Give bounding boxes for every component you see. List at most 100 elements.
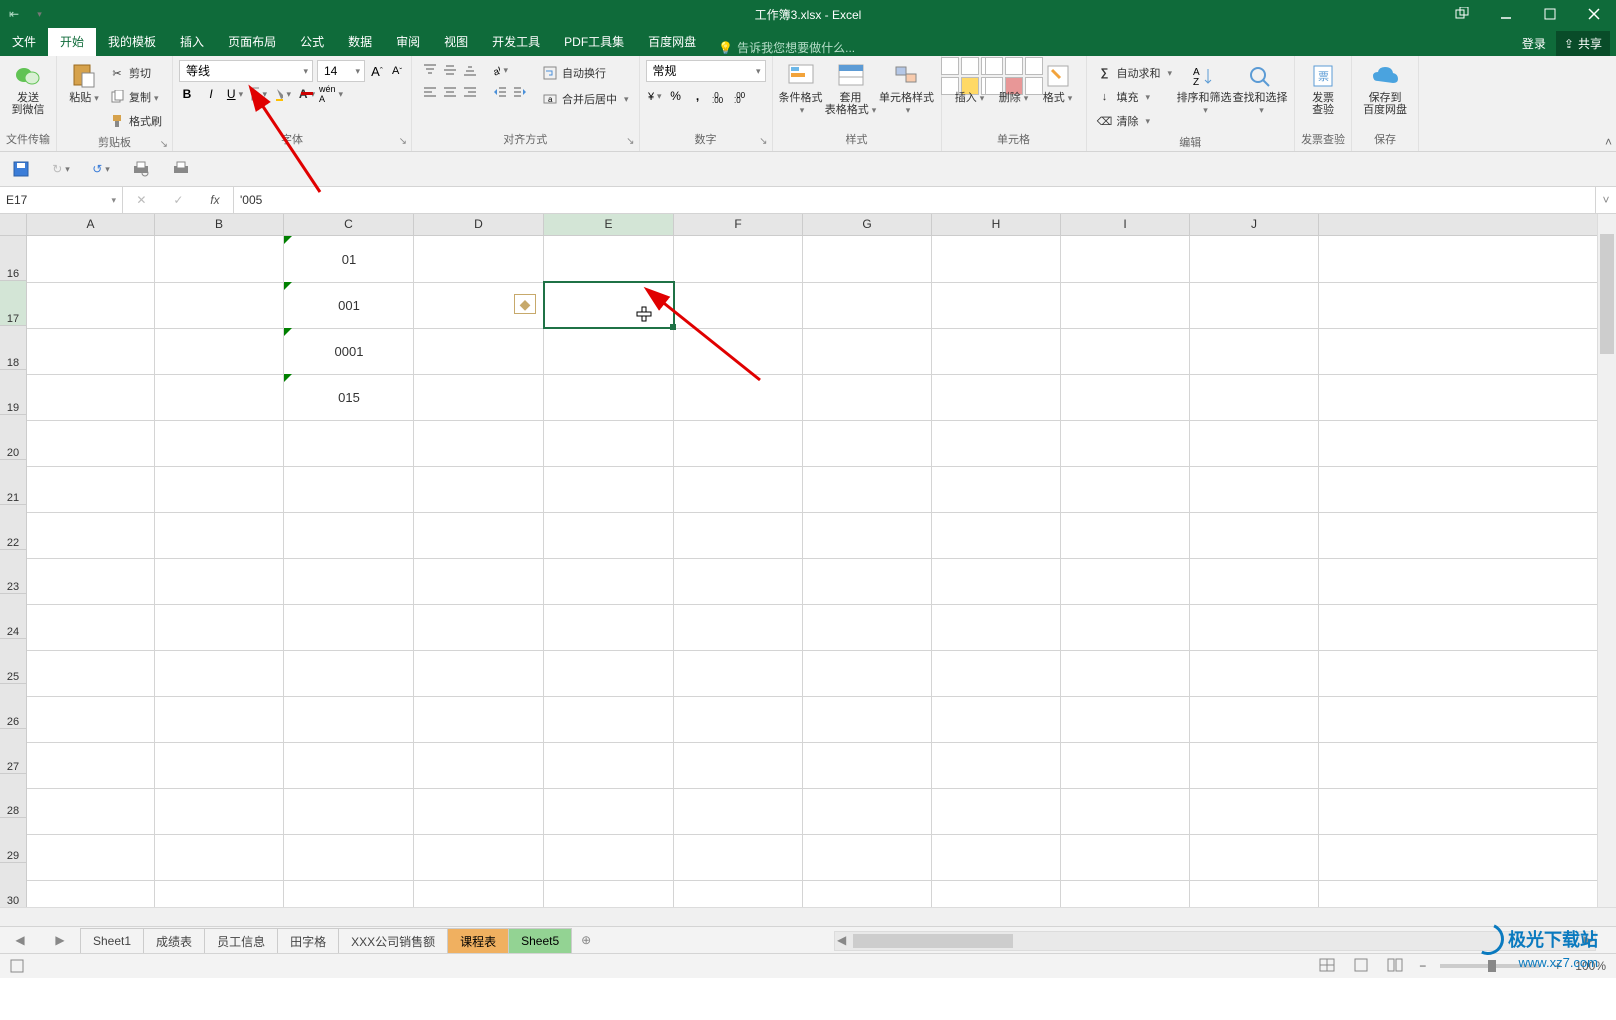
increase-font-icon[interactable]: Aˆ: [369, 63, 385, 79]
sheet-tab[interactable]: 成绩表: [143, 928, 205, 953]
autosum-button[interactable]: ∑自动求和: [1097, 62, 1173, 84]
restore-window-icon[interactable]: [1440, 0, 1484, 28]
column-header[interactable]: I: [1061, 214, 1190, 236]
collapse-ribbon-icon[interactable]: ˄: [1605, 135, 1612, 149]
cell[interactable]: 0001: [284, 328, 414, 374]
column-header[interactable]: H: [932, 214, 1061, 236]
number-format-select[interactable]: 常规▾: [646, 60, 766, 82]
page-break-view-icon[interactable]: [1385, 958, 1405, 975]
sheet-tab[interactable]: Sheet1: [80, 928, 144, 953]
page-layout-view-icon[interactable]: [1351, 958, 1371, 975]
decrease-decimal-icon[interactable]: .00.0: [734, 88, 750, 104]
italic-button[interactable]: I: [203, 86, 219, 102]
row-headers[interactable]: 161718192021222324252627282930: [0, 236, 27, 908]
row-header[interactable]: 26: [0, 684, 27, 729]
format-cells-button[interactable]: 格式: [1036, 60, 1080, 106]
fill-color-button[interactable]: [275, 86, 291, 102]
column-header[interactable]: B: [155, 214, 284, 236]
sheet-nav[interactable]: ◀ ▶: [0, 933, 80, 947]
find-select-button[interactable]: 查找和选择: [1232, 60, 1288, 118]
column-header[interactable]: D: [414, 214, 544, 236]
orientation-button[interactable]: ab: [492, 62, 508, 78]
add-sheet-button[interactable]: ⊕: [571, 928, 601, 952]
enter-edit-icon[interactable]: ✓: [173, 193, 183, 207]
align-middle-icon[interactable]: [442, 62, 458, 78]
cell[interactable]: 001: [284, 282, 414, 328]
column-header[interactable]: J: [1190, 214, 1319, 236]
accounting-format-button[interactable]: ¥: [646, 88, 662, 104]
error-smart-tag[interactable]: ◆: [514, 294, 536, 314]
copy-button[interactable]: 复制: [109, 86, 162, 108]
row-header[interactable]: 17: [0, 281, 27, 326]
select-all-corner[interactable]: [0, 214, 27, 236]
share-button[interactable]: ⇪ 共享: [1556, 31, 1610, 56]
align-center-icon[interactable]: [442, 84, 458, 100]
underline-button[interactable]: U: [227, 86, 243, 102]
print-icon[interactable]: [172, 160, 190, 178]
save-to-baidu-button[interactable]: 保存到 百度网盘: [1358, 60, 1412, 118]
comma-style-button[interactable]: ,: [690, 88, 706, 104]
tab-layout[interactable]: 页面布局: [216, 28, 288, 56]
row-header[interactable]: 19: [0, 370, 27, 415]
row-header[interactable]: 27: [0, 729, 27, 774]
cell[interactable]: 015: [284, 374, 414, 420]
save-icon[interactable]: [12, 160, 30, 178]
tab-insert[interactable]: 插入: [168, 28, 216, 56]
column-header[interactable]: C: [284, 214, 414, 236]
column-header[interactable]: A: [27, 214, 155, 236]
undo-icon[interactable]: ↺: [92, 160, 110, 178]
align-right-icon[interactable]: [462, 84, 478, 100]
name-box[interactable]: E17▾: [0, 187, 123, 213]
fill-button[interactable]: ↓填充: [1097, 86, 1173, 108]
align-bottom-icon[interactable]: [462, 62, 478, 78]
tab-pdf[interactable]: PDF工具集: [552, 28, 636, 56]
bold-button[interactable]: B: [179, 86, 195, 102]
grid[interactable]: 010010001015005◆: [27, 236, 1598, 908]
tab-review[interactable]: 审阅: [384, 28, 432, 56]
tell-me-field[interactable]: 💡 告诉我您想要做什么...: [718, 39, 855, 56]
delete-cells-button[interactable]: 删除: [992, 60, 1036, 106]
conditional-formatting-button[interactable]: 条件格式: [779, 60, 823, 118]
row-header[interactable]: 18: [0, 326, 27, 371]
font-color-button[interactable]: A: [299, 86, 315, 102]
increase-indent-icon[interactable]: [512, 84, 528, 100]
vertical-scrollbar[interactable]: [1597, 214, 1616, 908]
close-icon[interactable]: [1572, 0, 1616, 28]
cut-button[interactable]: ✂ 剪切: [109, 62, 162, 84]
invoice-verify-button[interactable]: 票 发票 查验: [1301, 60, 1345, 118]
sheet-tab[interactable]: 田字格: [277, 928, 339, 953]
phonetic-button[interactable]: wénA: [323, 86, 339, 102]
sheet-tab[interactable]: Sheet5: [508, 928, 572, 953]
row-header[interactable]: 25: [0, 639, 27, 684]
cell-style-button[interactable]: 单元格样式: [879, 60, 935, 118]
row-header[interactable]: 20: [0, 415, 27, 460]
row-header[interactable]: 28: [0, 774, 27, 819]
expand-formula-bar-icon[interactable]: ˅: [1595, 187, 1616, 213]
login-button[interactable]: 登录: [1522, 35, 1546, 52]
row-header[interactable]: 23: [0, 550, 27, 595]
increase-decimal-icon[interactable]: .0.00: [712, 88, 728, 104]
minimize-icon[interactable]: [1484, 0, 1528, 28]
tab-home[interactable]: 开始: [48, 28, 96, 56]
prev-sheet-icon[interactable]: ◀: [15, 933, 24, 947]
border-button[interactable]: [251, 86, 267, 102]
tab-data[interactable]: 数据: [336, 28, 384, 56]
sort-filter-button[interactable]: AZ 排序和筛选: [1176, 60, 1232, 118]
merge-center-button[interactable]: a 合并后居中: [542, 88, 629, 110]
redo-icon[interactable]: ↻: [52, 160, 70, 178]
row-header[interactable]: 24: [0, 594, 27, 639]
row-header[interactable]: 30: [0, 863, 27, 908]
sheet-tab[interactable]: XXX公司销售额: [338, 928, 448, 953]
fx-icon[interactable]: fx: [210, 193, 219, 207]
row-header[interactable]: 16: [0, 236, 27, 281]
align-top-icon[interactable]: [422, 62, 438, 78]
column-header[interactable]: G: [803, 214, 932, 236]
clear-button[interactable]: ⌫清除: [1097, 110, 1173, 132]
format-painter-button[interactable]: 格式刷: [109, 110, 162, 132]
wrap-text-button[interactable]: 自动换行: [542, 62, 629, 84]
paste-button[interactable]: 粘贴: [63, 60, 105, 106]
sheet-tab[interactable]: 员工信息: [204, 928, 278, 953]
align-left-icon[interactable]: [422, 84, 438, 100]
column-header[interactable]: E: [544, 214, 674, 236]
normal-view-icon[interactable]: [1317, 958, 1337, 975]
